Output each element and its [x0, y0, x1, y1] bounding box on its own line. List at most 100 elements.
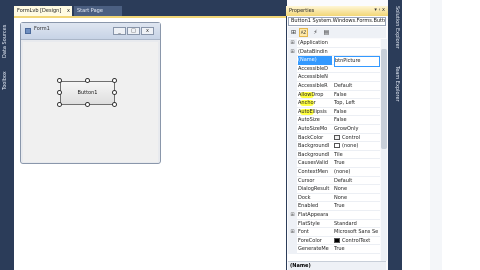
property-value-text: Top, Left: [334, 100, 356, 107]
property-value-text: None: [334, 194, 348, 201]
expand-icon[interactable]: ⊞: [288, 228, 297, 237]
property-row[interactable]: ⊞ FlatAppeara: [288, 211, 380, 220]
property-row[interactable]: GenerateMe True: [288, 245, 380, 254]
color-swatch-icon: [334, 143, 340, 149]
tab-start-page[interactable]: Start Page: [74, 6, 122, 16]
row-gutter: [288, 159, 297, 168]
property-row[interactable]: Dock None: [288, 193, 380, 203]
team-explorer-tab[interactable]: Team Explorer: [390, 66, 400, 110]
categorized-icon[interactable]: ⊞: [289, 28, 298, 37]
alphabetical-icon[interactable]: AZ: [299, 28, 308, 37]
resize-handle[interactable]: [85, 78, 90, 83]
expand-icon[interactable]: ⊞: [288, 47, 297, 57]
property-row[interactable]: FlatStyle Standard: [288, 219, 380, 229]
row-gutter: [288, 133, 297, 143]
minimize-button[interactable]: _: [113, 27, 126, 35]
property-grid[interactable]: ⊞ (Application ⊞ (DataBindin (Name) btnPictur…: [288, 39, 380, 261]
property-row[interactable]: (Name) btnPicture: [288, 56, 380, 67]
property-row[interactable]: BackColor Control: [288, 133, 380, 143]
row-gutter: [288, 202, 297, 211]
property-row[interactable]: ⊞ (Application: [288, 39, 380, 48]
property-value-text: Default: [334, 177, 353, 184]
expand-icon[interactable]: ⊞: [288, 39, 297, 48]
scrollbar-thumb[interactable]: [381, 49, 387, 149]
property-row[interactable]: ⊞ (DataBindin: [288, 47, 380, 57]
property-row[interactable]: CausesValid True: [288, 159, 380, 168]
property-row[interactable]: AccessibleR Default: [288, 82, 380, 91]
property-value-text: None: [334, 186, 348, 193]
property-value[interactable]: False: [334, 91, 380, 100]
property-value[interactable]: Microsoft Sans Se: [334, 228, 380, 237]
property-description: (Name): [288, 261, 386, 270]
property-row[interactable]: Enabled True: [288, 202, 380, 211]
object-selector-combo[interactable]: Button1 System.Windows.Forms.Button: [288, 17, 386, 26]
background-band: [430, 0, 442, 270]
toolbox-tab[interactable]: Toolbox: [2, 62, 12, 90]
property-row[interactable]: AllowDrop False: [288, 90, 380, 100]
resize-handle[interactable]: [57, 102, 62, 107]
property-value[interactable]: Top, Left: [334, 99, 380, 108]
property-pages-icon[interactable]: ▤: [322, 28, 331, 37]
property-row[interactable]: Cursor Default: [288, 176, 380, 186]
property-row[interactable]: Anchor Top, Left: [288, 99, 380, 108]
property-value-text: True: [334, 160, 345, 167]
resize-handle[interactable]: [57, 90, 62, 95]
resize-handle[interactable]: [112, 90, 117, 95]
property-value-text: False: [334, 108, 347, 115]
tab-form-design-label: FormLvb [Design]: [17, 8, 62, 14]
property-value[interactable]: Default: [334, 82, 380, 91]
property-row[interactable]: DialogResult None: [288, 185, 380, 194]
events-icon[interactable]: ⚡: [311, 28, 320, 37]
color-swatch-icon: [334, 134, 340, 140]
panel-pin-close-icons[interactable]: ▾ ‹ x: [374, 7, 385, 13]
property-value[interactable]: True: [334, 159, 380, 168]
property-value[interactable]: Control: [334, 134, 380, 143]
property-value[interactable]: (none): [334, 168, 380, 177]
property-name: AccessibleD: [298, 65, 328, 72]
property-row[interactable]: ForeColor ControlText: [288, 236, 380, 246]
tab-form-design[interactable]: FormLvb [Design] x: [14, 6, 72, 16]
property-grid-scrollbar[interactable]: [381, 39, 387, 261]
property-value[interactable]: False: [334, 108, 380, 117]
property-row[interactable]: AutoEllipsis False: [288, 107, 380, 117]
property-row[interactable]: AutoSize False: [288, 116, 380, 125]
property-row[interactable]: BackgroundI Tile: [288, 150, 380, 160]
property-name: Anchor: [298, 100, 316, 107]
close-form-button[interactable]: x: [141, 27, 154, 35]
property-value[interactable]: None: [334, 185, 380, 194]
resize-handle[interactable]: [112, 102, 117, 107]
property-value-text: True: [334, 246, 345, 253]
resize-handle[interactable]: [57, 78, 62, 83]
property-value[interactable]: Default: [334, 177, 380, 186]
property-value[interactable]: Standard: [334, 220, 380, 229]
property-value[interactable]: False: [334, 116, 380, 125]
resize-handle[interactable]: [85, 102, 90, 107]
property-row[interactable]: ⊞ Font Microsoft Sans Se: [288, 228, 380, 237]
form-titlebar[interactable]: Form1 _ □ x: [21, 23, 160, 40]
row-gutter: [288, 176, 297, 186]
data-sources-tab[interactable]: Data Sources: [2, 18, 12, 58]
property-value[interactable]: None: [334, 194, 380, 203]
expand-icon[interactable]: ⊞: [288, 211, 297, 220]
property-row[interactable]: ContextMen (none): [288, 168, 380, 177]
property-row[interactable]: AutoSizeMo GrowOnly: [288, 125, 380, 134]
properties-header[interactable]: Properties ▾ ‹ x: [286, 6, 388, 16]
property-row[interactable]: AccessibleD: [288, 64, 380, 74]
row-gutter: [288, 82, 297, 91]
close-icon[interactable]: x: [67, 6, 70, 16]
property-value[interactable]: True: [334, 245, 380, 254]
property-value[interactable]: (none): [334, 142, 380, 151]
property-value-text: Standard: [334, 220, 357, 227]
property-value[interactable]: ControlText: [334, 237, 380, 246]
row-gutter: [288, 236, 297, 246]
resize-handle[interactable]: [112, 78, 117, 83]
maximize-button[interactable]: □: [127, 27, 140, 35]
property-row[interactable]: AccessibleN: [288, 73, 380, 82]
property-value-text: Control: [342, 134, 361, 141]
property-row[interactable]: BackgroundI (none): [288, 142, 380, 151]
document-tab-strip: FormLvb [Design] x Start Page: [14, 6, 286, 16]
property-value[interactable]: GrowOnly: [334, 125, 380, 134]
property-value[interactable]: Tile: [334, 151, 380, 160]
solution-explorer-tab[interactable]: Solution Explorer: [390, 6, 400, 64]
property-value[interactable]: True: [334, 202, 380, 211]
